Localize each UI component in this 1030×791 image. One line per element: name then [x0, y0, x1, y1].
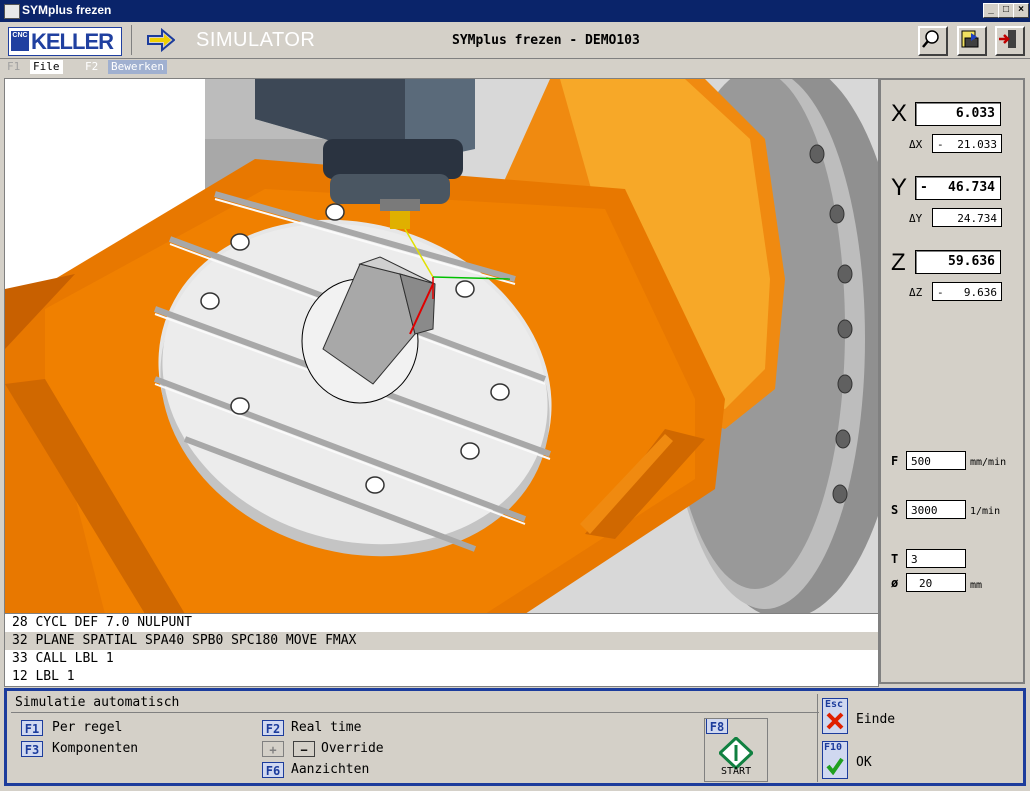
machine-scene — [5, 79, 878, 614]
simulator-arrow-icon — [147, 28, 175, 52]
program-line[interactable]: 12 LBL 1 — [5, 668, 878, 686]
per-regel-label[interactable]: Per regel — [52, 720, 122, 736]
load-button[interactable] — [957, 26, 987, 56]
cancel-icon — [826, 712, 844, 730]
program-line[interactable]: 28 CYCL DEF 7.0 NULPUNT — [5, 614, 878, 632]
f10-button[interactable]: F10 — [822, 741, 848, 779]
window-title: SYMplus frezen — [22, 3, 112, 17]
maximize-button[interactable]: □ — [998, 3, 1014, 18]
feed-label: F — [891, 454, 899, 468]
exit-button[interactable] — [995, 26, 1025, 56]
delta-x-label: ΔX — [909, 138, 923, 151]
app-icon — [4, 4, 20, 19]
simulation-viewport[interactable] — [4, 78, 879, 615]
f6-key[interactable]: F6 — [262, 762, 284, 778]
y-axis-label: Y — [891, 174, 908, 201]
close-button[interactable]: × — [1013, 3, 1029, 18]
start-icon — [719, 737, 753, 769]
program-listing[interactable]: 28 CYCL DEF 7.0 NULPUNT 32 PLANE SPATIAL… — [4, 613, 879, 687]
mode-status: Simulatie automatisch — [11, 694, 819, 713]
diameter-unit: mm — [970, 580, 983, 591]
aanzichten-label[interactable]: Aanzichten — [291, 762, 369, 778]
program-line-selected[interactable]: 32 PLANE SPATIAL SPA40 SPB0 SPC180 MOVE … — [5, 632, 878, 650]
f2-key[interactable]: F2 — [262, 720, 284, 736]
ok-label[interactable]: OK — [856, 755, 872, 771]
override-plus-button[interactable]: + — [262, 741, 284, 757]
x-position-field: 6.033 — [915, 102, 1001, 126]
softkey-panel: Simulatie automatisch F1 Per regel F3 Ko… — [4, 688, 1026, 786]
spindle-field: 3000 — [906, 500, 966, 519]
spindle-unit: 1/min — [970, 506, 1001, 517]
app-header: CNC KELLER SIMULATOR SYMplus frezen - DE… — [0, 22, 1030, 59]
search-button[interactable] — [918, 26, 948, 56]
feed-field: 500 — [906, 451, 966, 470]
esc-key: Esc — [825, 699, 844, 710]
minimize-button[interactable]: _ — [983, 3, 999, 18]
keller-logo: CNC KELLER — [8, 27, 122, 56]
menu-item-file[interactable]: File — [30, 60, 63, 74]
logo-name: KELLER — [31, 29, 114, 54]
real-time-label[interactable]: Real time — [291, 720, 361, 736]
f10-key: F10 — [824, 742, 843, 753]
program-title: SYMplus frezen - DEMO103 — [452, 33, 640, 48]
load-icon — [961, 30, 979, 48]
delta-y-field: 24.734 — [932, 208, 1002, 227]
menu-key-f1: F1 — [7, 60, 21, 73]
ok-check-icon — [826, 757, 844, 775]
z-position-field: 59.636 — [915, 250, 1001, 274]
komponenten-label[interactable]: Komponenten — [52, 741, 138, 757]
z-axis-label: Z — [891, 249, 906, 276]
position-panel: X 6.033 ΔX - 21.033 Y - 46.734 ΔY 24.734… — [879, 78, 1025, 684]
x-axis-label: X — [891, 100, 908, 127]
window-title-bar[interactable]: SYMplus frezen _ □ × — [0, 0, 1030, 22]
exit-icon — [999, 30, 1016, 48]
spindle-label: S — [891, 503, 899, 517]
delta-z-field: - 9.636 — [932, 282, 1002, 301]
f3-key[interactable]: F3 — [21, 741, 43, 757]
delta-x-field: - 21.033 — [932, 134, 1002, 153]
tool-field: 3 — [906, 549, 966, 568]
logo-badge: CNC — [11, 31, 29, 51]
esc-button[interactable]: Esc — [822, 698, 848, 734]
diameter-label: ø — [891, 576, 899, 590]
y-position-field: - 46.734 — [915, 176, 1001, 200]
menu-item-bewerken[interactable]: Bewerken — [108, 60, 167, 74]
mode-title: SIMULATOR — [196, 29, 316, 51]
delta-z-label: ΔZ — [909, 286, 923, 299]
program-line[interactable]: 33 CALL LBL 1 — [5, 650, 878, 668]
override-label: Override — [321, 741, 384, 756]
start-label: START — [721, 766, 752, 777]
override-minus-button[interactable]: − — [293, 741, 315, 757]
delta-y-label: ΔY — [909, 212, 923, 225]
search-icon — [922, 30, 939, 48]
menu-key-f2: F2 — [82, 60, 102, 74]
diameter-field: 20 — [906, 573, 966, 592]
start-button[interactable]: START — [704, 718, 768, 782]
menu-bar: F1 File F2 Bewerken — [0, 59, 1030, 76]
einde-label[interactable]: Einde — [856, 712, 895, 728]
feed-unit: mm/min — [970, 457, 1007, 468]
tool-label: T — [891, 552, 899, 566]
f1-key[interactable]: F1 — [21, 720, 43, 736]
